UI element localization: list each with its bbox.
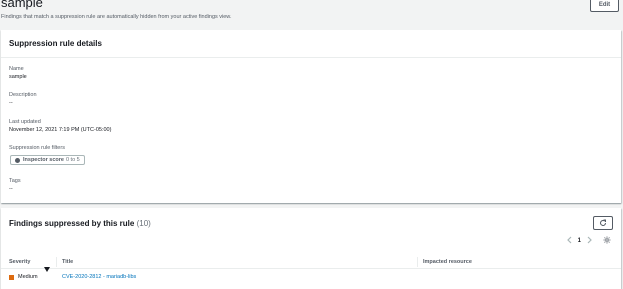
page-number[interactable]: 1	[578, 238, 581, 244]
chevron-right-icon[interactable]	[587, 236, 593, 246]
severity-cell: Medium	[9, 274, 38, 280]
last-updated-value: November 12, 2021 7:19 PM (UTC-05:00)	[9, 127, 112, 133]
description-value: --	[9, 100, 13, 106]
table-header: Severity Title Impacted resource	[1, 255, 621, 272]
filter-value: 0 to 5	[65, 157, 80, 163]
severity-label: Medium	[18, 274, 38, 280]
findings-panel-title: Findings suppressed by this rule (10)	[9, 219, 151, 228]
finding-title-link[interactable]: CVE-2020-2812 - mariadb-libs	[62, 274, 136, 280]
column-title[interactable]: Title	[62, 259, 73, 265]
edit-button[interactable]: Edit	[590, 0, 619, 12]
suppressed-findings-panel: Findings suppressed by this rule (10) 1 …	[1, 208, 621, 289]
page-title: sample	[1, 0, 43, 10]
refresh-icon	[600, 219, 606, 226]
page-header: sample Findings that match a suppression…	[0, 0, 623, 30]
name-value: sample	[9, 74, 27, 80]
gear-icon[interactable]	[603, 236, 611, 246]
column-divider	[417, 257, 418, 267]
name-label: Name	[9, 66, 24, 72]
table-row[interactable]: Medium CVE-2020-2812 - mariadb-libs	[1, 270, 621, 286]
details-panel-header: Suppression rule details	[1, 30, 621, 58]
details-panel-title: Suppression rule details	[9, 39, 102, 48]
tags-label: Tags	[9, 178, 21, 184]
filter-token: Inspector score 0 to 5	[10, 155, 85, 165]
refresh-button[interactable]	[593, 216, 613, 230]
pagination: 1	[566, 236, 611, 246]
page-description: Findings that match a suppression rule a…	[1, 14, 232, 20]
suppression-rule-details-panel: Suppression rule details Name sample Des…	[1, 30, 621, 203]
tags-value: --	[9, 186, 13, 192]
findings-title-text: Findings suppressed by this rule	[9, 219, 135, 228]
filter-key: Inspector score	[23, 157, 64, 163]
chevron-left-icon[interactable]	[566, 236, 572, 246]
column-divider	[56, 257, 57, 267]
last-updated-label: Last updated	[9, 119, 41, 125]
severity-medium-icon	[9, 274, 14, 280]
column-impacted-resource[interactable]: Impacted resource	[423, 259, 472, 265]
findings-count: (10)	[136, 219, 151, 228]
description-label: Description	[9, 92, 37, 98]
filters-label: Suppression rule filters	[9, 145, 65, 151]
filter-dot-icon	[15, 157, 20, 163]
column-severity[interactable]: Severity	[9, 259, 30, 265]
